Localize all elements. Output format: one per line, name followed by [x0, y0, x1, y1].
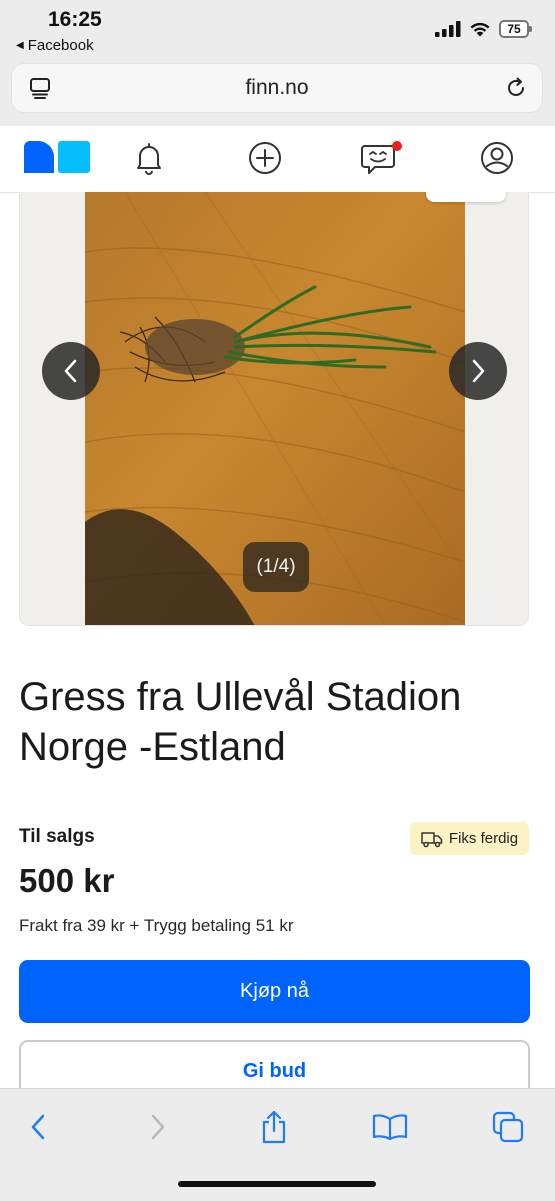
browser-forward-button[interactable]	[138, 1109, 178, 1145]
messages-icon[interactable]	[361, 140, 403, 176]
status-time: 16:25	[48, 8, 102, 31]
chevron-right-icon	[472, 359, 485, 383]
finn-logo-icon[interactable]	[24, 141, 90, 173]
chevron-left-icon	[64, 359, 77, 383]
wifi-icon	[470, 22, 490, 37]
reload-icon[interactable]	[504, 76, 528, 100]
shipping-info: Frakt fra 39 kr + Trygg betaling 51 kr	[19, 916, 294, 935]
battery-level: 75	[507, 22, 521, 36]
home-indicator	[178, 1181, 376, 1187]
url-text: finn.no	[245, 76, 309, 99]
previous-image-button[interactable]	[42, 342, 100, 400]
image-gallery[interactable]: (1/4)	[19, 192, 529, 626]
bookmarks-button[interactable]	[370, 1109, 410, 1145]
listing-title: Gress fra Ullevål Stadion Norge -Estland	[19, 675, 462, 769]
notifications-bell-icon[interactable]	[131, 140, 167, 176]
buy-now-button[interactable]: Kjøp nå	[19, 960, 530, 1023]
share-button[interactable]	[254, 1109, 294, 1145]
image-top-badge	[426, 192, 506, 202]
signal-icon	[435, 21, 461, 37]
chevron-left-icon	[31, 1114, 45, 1140]
delivery-truck-icon	[421, 831, 443, 847]
chevron-right-icon	[151, 1114, 165, 1140]
tabs-button[interactable]	[488, 1109, 528, 1145]
browser-back-button[interactable]	[18, 1109, 58, 1145]
battery-indicator: 75	[499, 20, 532, 38]
back-app-label: Facebook	[27, 37, 94, 54]
address-bar[interactable]: finn.no	[12, 64, 542, 112]
finn-navigation	[0, 126, 555, 193]
status-bar: 16:25 ◀ Facebook 75	[0, 0, 555, 62]
back-triangle-icon: ◀	[16, 40, 24, 51]
status-icons: 75	[435, 20, 532, 38]
listing-price: 500 kr	[19, 862, 115, 899]
profile-icon[interactable]	[479, 140, 515, 176]
bookmarks-book-icon	[372, 1114, 408, 1141]
tabs-icon	[492, 1111, 524, 1143]
image-counter: (1/4)	[243, 542, 309, 592]
shipping-badge-label: Fiks ferdig	[448, 830, 519, 847]
new-ad-plus-icon[interactable]	[247, 140, 283, 176]
sale-status: Til salgs	[19, 826, 95, 847]
share-icon	[262, 1110, 286, 1144]
back-to-app-link[interactable]: ◀ Facebook	[16, 37, 94, 54]
next-image-button[interactable]	[449, 342, 507, 400]
browser-address-area: finn.no	[0, 62, 555, 126]
shipping-badge: Fiks ferdig	[410, 822, 529, 855]
unread-dot	[392, 141, 402, 151]
